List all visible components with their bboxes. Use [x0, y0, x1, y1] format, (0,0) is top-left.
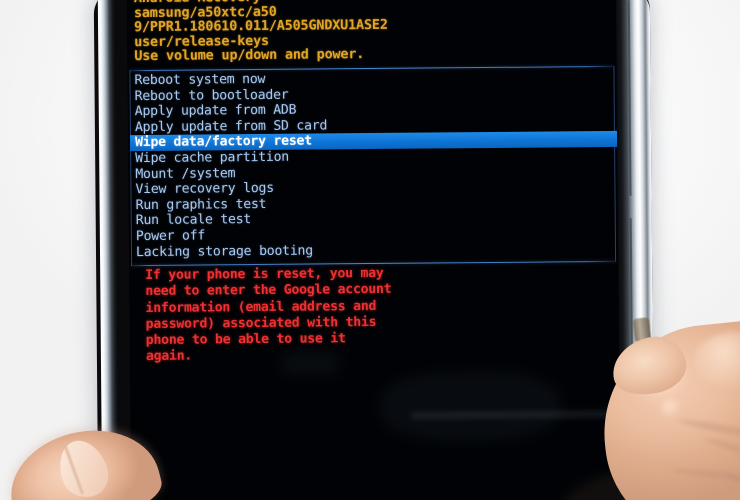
recovery-menu: Reboot system now Reboot to bootloader A… [127, 69, 620, 260]
glass-reflection-b [410, 409, 611, 420]
header-line-hint: Use volume up/down and power. [134, 46, 365, 65]
glass-reflection-a [380, 370, 561, 442]
screenshot-root: Android Recovery samsung/a50xtc/a50 9/PP… [0, 0, 740, 500]
bezel-seam-upper [627, 0, 632, 197]
recovery-ui: Android Recovery samsung/a50xtc/a50 9/PP… [127, 0, 620, 500]
menu-item-lacking-storage-booting[interactable]: Lacking storage booting [129, 240, 618, 260]
factory-reset-warning: If your phone is reset, you may need to … [145, 264, 566, 365]
warning-line-6: again. [145, 349, 193, 365]
recovery-header: Android Recovery samsung/a50xtc/a50 9/PP… [134, 0, 605, 64]
phone-right-bezel [615, 0, 655, 500]
phone-screen[interactable]: Android Recovery samsung/a50xtc/a50 9/PP… [126, 0, 621, 500]
